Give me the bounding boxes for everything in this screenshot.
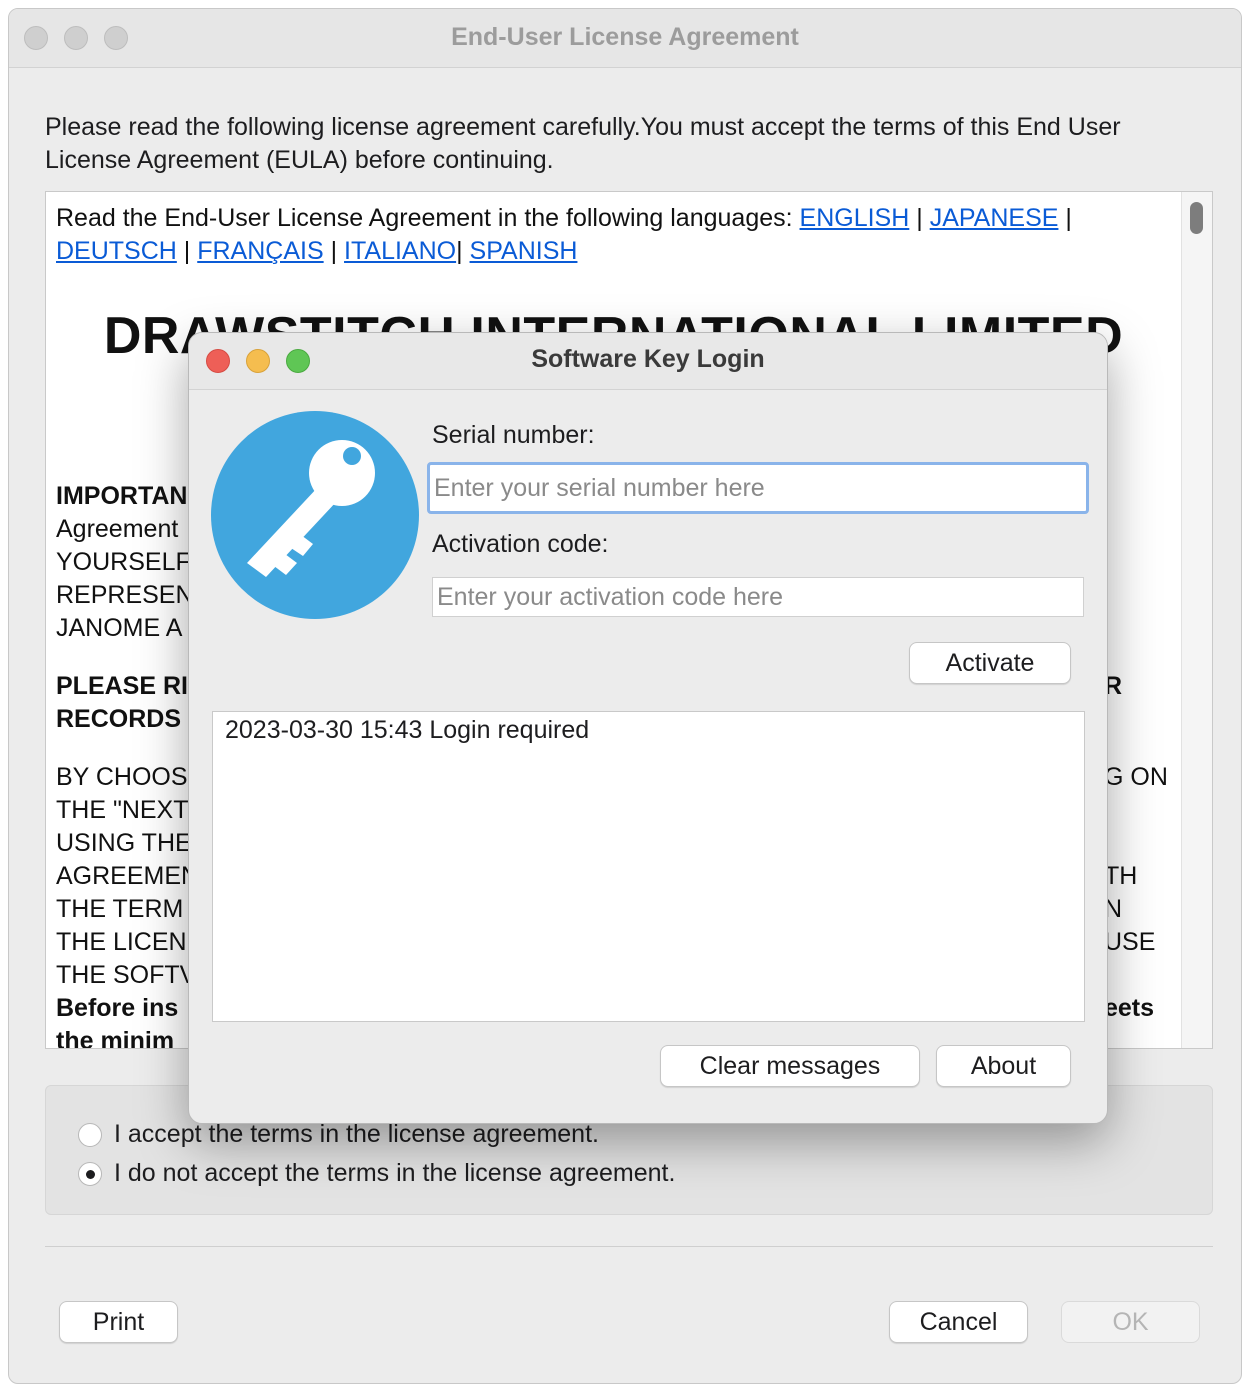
cancel-button[interactable]: Cancel — [889, 1301, 1028, 1343]
eula-line-left: THE SOFTV — [56, 961, 197, 989]
eula-line-left: THE TERM — [56, 895, 184, 923]
link-italiano[interactable]: ITALIANO — [344, 237, 456, 265]
accept-label: I accept the terms in the license agreem… — [114, 1120, 599, 1148]
eula-line-right: TH — [1104, 862, 1138, 890]
scroll-thumb[interactable] — [1190, 202, 1203, 234]
dialog-titlebar: Software Key Login — [189, 333, 1107, 390]
decline-radio[interactable] — [78, 1161, 102, 1186]
eula-line-left: Before ins — [56, 994, 179, 1022]
languages-line: Read the End-User License Agreement in t… — [56, 204, 1072, 265]
divider — [45, 1246, 1213, 1247]
activation-code-input[interactable] — [432, 577, 1084, 617]
ok-button[interactable]: OK — [1061, 1301, 1200, 1343]
accept-radio[interactable] — [78, 1122, 102, 1147]
print-button[interactable]: Print — [59, 1301, 178, 1343]
software-key-login-dialog: Software Key Login Serial number: Activa… — [188, 332, 1108, 1124]
eula-line-left: BY CHOOS — [56, 763, 188, 791]
serial-number-input[interactable] — [427, 462, 1089, 514]
activation-code-label: Activation code: — [432, 530, 609, 558]
eula-line-left: JANOME A — [56, 614, 183, 642]
link-francais[interactable]: FRANÇAIS — [197, 237, 323, 265]
clear-messages-button[interactable]: Clear messages — [660, 1045, 920, 1087]
eula-line-left: Agreement — [56, 515, 179, 543]
eula-line-left: RECORDS — [56, 705, 182, 733]
eula-line-left: REPRESEN — [56, 581, 194, 609]
message-log[interactable]: 2023-03-30 15:43 Login required — [212, 711, 1085, 1022]
eula-line-right: eets — [1104, 994, 1155, 1022]
link-japanese[interactable]: JAPANESE — [930, 204, 1059, 232]
message-line: 2023-03-30 15:43 Login required — [225, 716, 590, 744]
eula-line-left: AGREEMEN — [56, 862, 200, 890]
activate-button[interactable]: Activate — [909, 642, 1071, 684]
decline-option[interactable]: I do not accept the terms in the license… — [78, 1159, 675, 1188]
key-icon — [211, 411, 419, 619]
eula-line-left: IMPORTAN — [56, 482, 188, 510]
eula-line-left: USING THE — [56, 829, 192, 857]
window-title: End-User License Agreement — [451, 23, 799, 51]
languages-prefix: Read the End-User License Agreement in t… — [56, 204, 793, 232]
serial-number-label: Serial number: — [432, 421, 595, 449]
link-english[interactable]: ENGLISH — [800, 204, 910, 232]
intro-text: Please read the following license agreem… — [45, 113, 1121, 174]
decline-label: I do not accept the terms in the license… — [114, 1159, 676, 1187]
eula-line-left: PLEASE RI — [56, 672, 188, 700]
eula-line-right: G ON — [1104, 763, 1168, 791]
eula-line-left: the minim — [56, 1027, 175, 1049]
eula-line-right: USE — [1104, 928, 1156, 956]
eula-line-left: YOURSELF — [56, 548, 191, 576]
link-deutsch[interactable]: DEUTSCH — [56, 237, 177, 265]
dialog-title: Software Key Login — [531, 345, 765, 373]
accept-option[interactable]: I accept the terms in the license agreem… — [78, 1120, 599, 1149]
eula-titlebar: End-User License Agreement — [9, 9, 1241, 68]
link-spanish[interactable]: SPANISH — [470, 237, 578, 265]
eula-line-left: THE "NEXT — [56, 796, 189, 824]
about-button[interactable]: About — [936, 1045, 1071, 1087]
eula-line-left: THE LICEN — [56, 928, 187, 956]
eula-scrollbar[interactable] — [1181, 192, 1212, 1048]
